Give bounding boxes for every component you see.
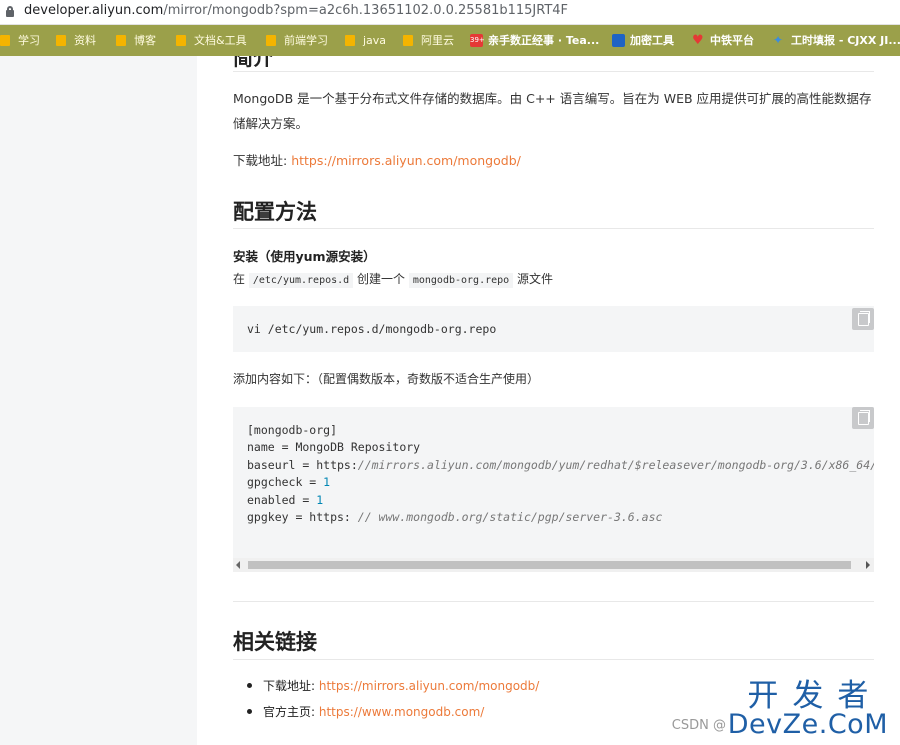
install-paragraph: 在 /etc/yum.repos.d 创建一个 mongodb-org.repo… [233,272,554,288]
bookmark-docs-tools[interactable]: 文档&工具 [176,32,247,48]
intro-heading: 简介 [233,56,273,70]
scrollbar-thumb[interactable] [248,561,851,569]
intro-paragraph: MongoDB 是一个基于分布式文件存储的数据库。由 C++ 语言编写。旨在为 … [233,91,872,131]
bookmark-timesheet[interactable]: ✦ 工时填报 - CJXX JI... [773,32,900,48]
watermark-en: DevZe.CoM [727,709,888,740]
horizontal-scrollbar[interactable] [233,558,874,572]
folder-icon [176,34,186,46]
inline-code-path: /etc/yum.repos.d [248,273,354,288]
url-text[interactable]: developer.aliyun.com/mirror/mongodb?spm=… [24,3,568,18]
code-text: [mongodb-org] name = MongoDB Repository … [247,423,874,525]
watermark-cn: 开发者 [747,678,883,714]
add-content-paragraph: 添加内容如下：（配置偶数版本，奇数版不适合生产使用） [233,372,540,386]
copy-icon[interactable] [852,407,874,429]
bookmark-study[interactable]: 学习 [0,32,40,48]
bookmark-materials[interactable]: 资料 [56,32,96,48]
code-block-vi: vi /etc/yum.repos.d/mongodb-org.repo [233,306,874,352]
watermark: 开发者 DevZe.CoM CSDN @ [672,678,888,740]
bookmark-encrypt-tools[interactable]: 加密工具 [612,32,674,48]
bookmark-aliyun[interactable]: 阿里云 [403,32,454,48]
left-sidebar [0,56,197,745]
article-content: 简介 MongoDB 是一个基于分布式文件存储的数据库。由 C++ 语言编写。旨… [197,56,900,745]
links-list: 下载地址: https://mirrors.aliyun.com/mongodb… [233,673,539,725]
folder-icon [345,34,355,46]
download-link[interactable]: https://mirrors.aliyun.com/mongodb/ [319,679,539,693]
copy-icon[interactable] [852,308,874,330]
folder-icon [266,34,276,46]
folder-icon [56,34,66,46]
links-heading: 相关链接 [233,630,317,654]
code-block-repo: [mongodb-org] name = MongoDB Repository … [233,407,874,572]
config-heading: 配置方法 [233,200,317,224]
address-bar[interactable]: developer.aliyun.com/mirror/mongodb?spm=… [0,0,900,25]
download-link[interactable]: https://mirrors.aliyun.com/mongodb/ [291,153,521,168]
bookmark-crcc-platform[interactable]: ♥ 中铁平台 [692,32,754,48]
download-label: 下载地址: [233,153,292,168]
scroll-left-icon[interactable] [236,561,240,569]
divider [233,659,874,660]
bookmark-tea[interactable]: 39+ 亲手数正经事 · Tea... [470,32,599,48]
list-item: 下载地址: https://mirrors.aliyun.com/mongodb… [246,673,539,699]
divider [233,601,874,602]
homepage-link[interactable]: https://www.mongodb.com/ [319,705,485,719]
bookmark-blog[interactable]: 博客 [116,32,156,48]
folder-icon [0,34,10,46]
timesheet-favicon-icon: ✦ [773,32,784,47]
scroll-right-icon[interactable] [866,561,870,569]
lock-icon[interactable] [6,6,14,17]
list-item: 官方主页: https://www.mongodb.com/ [246,699,539,725]
crcc-favicon-icon: ♥ [692,32,704,48]
bookmark-java[interactable]: java [345,32,386,48]
code-text: vi /etc/yum.repos.d/mongodb-org.repo [247,322,497,336]
inline-code-file: mongodb-org.repo [408,273,514,288]
bookmark-frontend[interactable]: 前端学习 [266,32,328,48]
bookmarks-bar: 学习 资料 博客 文档&工具 前端学习 java 阿里云 39+ 亲手数正经事 ·… [0,25,900,56]
tools-favicon-icon [612,33,625,47]
divider [233,71,874,72]
csdn-watermark: CSDN @ [671,718,726,733]
site-favicon-icon: 39+ [470,33,485,47]
folder-icon [403,34,413,46]
divider [233,228,874,229]
folder-icon [116,34,126,46]
install-heading: 安装（使用yum源安装） [233,249,376,264]
download-line: 下载地址: https://mirrors.aliyun.com/mongodb… [233,148,878,173]
